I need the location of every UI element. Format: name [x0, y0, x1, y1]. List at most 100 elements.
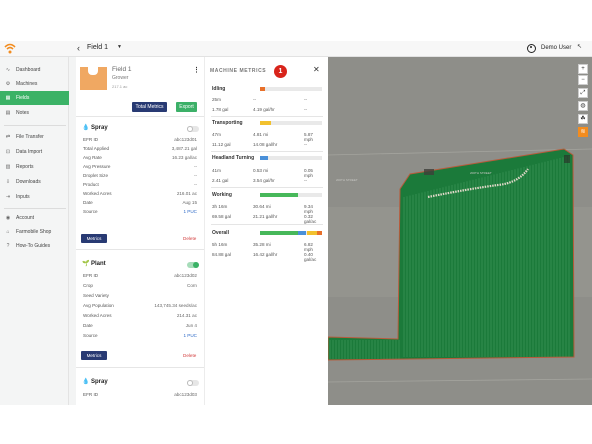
divider — [76, 116, 204, 117]
back-arrow-icon[interactable]: ‹ — [77, 43, 80, 53]
metric-fuel-per-acre: 0.32 gal/ac — [304, 214, 317, 224]
sidebar-item-how-to[interactable]: ? How-To Guides — [0, 239, 69, 253]
metric-row: 41m 0.53 mi 0.05 mph — [212, 167, 322, 178]
sidebar-item-dashboard[interactable]: ∿ Dashboard — [0, 63, 69, 77]
field-map[interactable] — [328, 57, 592, 405]
divider — [76, 367, 204, 368]
inputs-icon: ⇥ — [5, 194, 11, 200]
row-key: Product — [83, 182, 99, 187]
section-divider — [211, 187, 323, 188]
user-name[interactable]: Demo User — [541, 45, 571, 51]
field-thumbnail-notch — [88, 67, 98, 75]
overall-bar-segment — [260, 231, 299, 235]
row-key: Seed Variety — [83, 293, 109, 298]
dashboard-icon: ∿ — [5, 67, 11, 73]
machine-metrics-title: MACHINE METRICS — [210, 68, 267, 74]
sidebar-item-label: Inputs — [16, 194, 30, 200]
stack-layers-icon[interactable]: ≋ — [578, 127, 588, 137]
user-avatar-icon[interactable] — [527, 44, 536, 53]
wifi-logo-icon[interactable] — [4, 43, 16, 55]
metric-fuel-rate: 3.54 gal/hr — [253, 178, 275, 183]
list-item: EFR ID abc123d01 — [83, 136, 197, 145]
source-link[interactable]: 1 PUC — [183, 333, 197, 338]
section-title-idling: Idling — [212, 86, 226, 92]
spray-toggle[interactable] — [187, 380, 199, 386]
row-value: abc123d01 — [174, 137, 197, 142]
operation-title: Spray — [91, 379, 108, 385]
headland-bar-fill — [260, 156, 269, 160]
metric-distance: 35.28 mi — [253, 242, 271, 247]
transporting-bar-fill — [260, 121, 272, 125]
metric-time: 41m — [212, 168, 221, 173]
sidebar-item-machines[interactable]: ⚙ Machines — [0, 77, 69, 91]
sidebar-item-shop[interactable]: ⌂ Farmobile Shop — [0, 225, 69, 239]
more-options-icon[interactable]: ⋮ — [193, 66, 200, 74]
sidebar-item-label: Farmobile Shop — [16, 229, 52, 235]
list-item: Worked Acres 214.31 ac — [83, 312, 197, 321]
globe-icon[interactable]: ◍ — [578, 101, 588, 111]
sidebar: ∿ Dashboard ⚙ Machines ▦ Fields ▤ Notes ⇄ Fil… — [0, 57, 69, 405]
list-item: Product -- — [83, 181, 197, 190]
road-label: 200TH STREET — [336, 178, 358, 182]
sidebar-item-data-import[interactable]: ⊡ Data Import — [0, 145, 69, 159]
metric-fuel-per-acre: 0.40 gal/ac — [304, 252, 317, 262]
sidebar-item-account[interactable]: ◉ Account — [0, 211, 69, 225]
sidebar-item-fields[interactable]: ▦ Fields — [0, 91, 69, 105]
delete-button[interactable]: Delete — [183, 353, 196, 358]
delete-button[interactable]: Delete — [183, 236, 196, 241]
idling-bar-fill — [260, 87, 265, 91]
zoom-out-button[interactable]: − — [578, 75, 588, 85]
metric-row: 25m -- -- — [212, 96, 322, 105]
section-divider — [211, 151, 323, 152]
fields-icon: ▦ — [5, 95, 11, 101]
metric-distance: -- — [253, 97, 257, 102]
metric-fuel: 69.58 gal — [212, 214, 231, 219]
source-link[interactable]: 1 PUC — [183, 209, 197, 214]
metric-row: 5h 16m 35.28 mi 6.82 mph — [212, 241, 322, 252]
sidebar-item-file-transfer[interactable]: ⇄ File Transfer — [0, 130, 69, 144]
sidebar-item-reports[interactable]: ▥ Reports — [0, 160, 69, 174]
metrics-button[interactable]: Metrics — [81, 234, 107, 243]
spray-toggle[interactable] — [187, 126, 199, 132]
metric-fuel: 84.88 gal — [212, 252, 231, 257]
page-title: Field 1 — [87, 44, 109, 51]
metric-distance: 30.64 mi — [253, 204, 271, 209]
row-key: EFR ID — [83, 392, 99, 397]
step-badge: 1 — [274, 65, 287, 78]
sidebar-item-downloads[interactable]: ⇩ Downloads — [0, 175, 69, 189]
sidebar-item-inputs[interactable]: ⇥ Inputs — [0, 190, 69, 204]
plant-toggle[interactable] — [187, 262, 199, 268]
row-value: 214.31 ac — [176, 313, 197, 318]
row-key: Avg Pressure — [83, 164, 111, 169]
row-value: Aug 15 — [182, 200, 197, 205]
list-item: Seed Variety — [83, 292, 197, 301]
road-label: 200TH STREET — [470, 171, 492, 175]
fullscreen-button[interactable]: ⤢ — [578, 88, 588, 98]
metric-row: 11.12 gal 14.08 gal/hr -- — [212, 141, 322, 150]
field-dropdown-icon[interactable]: ▼ — [117, 44, 122, 50]
list-item: Source 1 PUC — [83, 208, 197, 217]
sidebar-item-label: Data Import — [16, 149, 43, 155]
app-frame: ‹ Field 1 ▼ Demo User ↖ ∿ Dashboard ⚙ Mach… — [0, 41, 592, 405]
metric-speed: -- — [304, 97, 308, 102]
metric-time: 25m — [212, 97, 221, 102]
sidebar-item-label: Account — [16, 215, 35, 221]
row-key: Droplet Size — [83, 173, 109, 178]
export-button[interactable]: Export — [176, 102, 197, 112]
field-card-area: 217.1 ac — [112, 84, 128, 89]
metrics-button[interactable]: Metrics — [81, 351, 107, 360]
close-icon[interactable]: ✕ — [313, 65, 320, 74]
metric-row: 69.58 gal 21.21 gal/hr 0.32 gal/ac — [212, 213, 322, 224]
sidebar-divider — [4, 208, 66, 209]
list-item: Avg Pressure -- — [83, 163, 197, 172]
metric-fuel-rate: 21.21 gal/hr — [253, 214, 278, 219]
layers-icon[interactable]: ☘ — [578, 114, 588, 124]
zoom-in-button[interactable]: + — [578, 64, 588, 74]
row-key: Avg Rate — [83, 155, 102, 160]
headland-bar — [260, 156, 322, 160]
list-item: Avg Population 143,745.34 seeds/ac — [83, 302, 197, 311]
total-metrics-button[interactable]: Total Metrics — [132, 102, 167, 112]
sidebar-item-notes[interactable]: ▤ Notes — [0, 106, 69, 120]
download-icon: ⇩ — [5, 179, 11, 185]
row-key: Date — [83, 200, 93, 205]
